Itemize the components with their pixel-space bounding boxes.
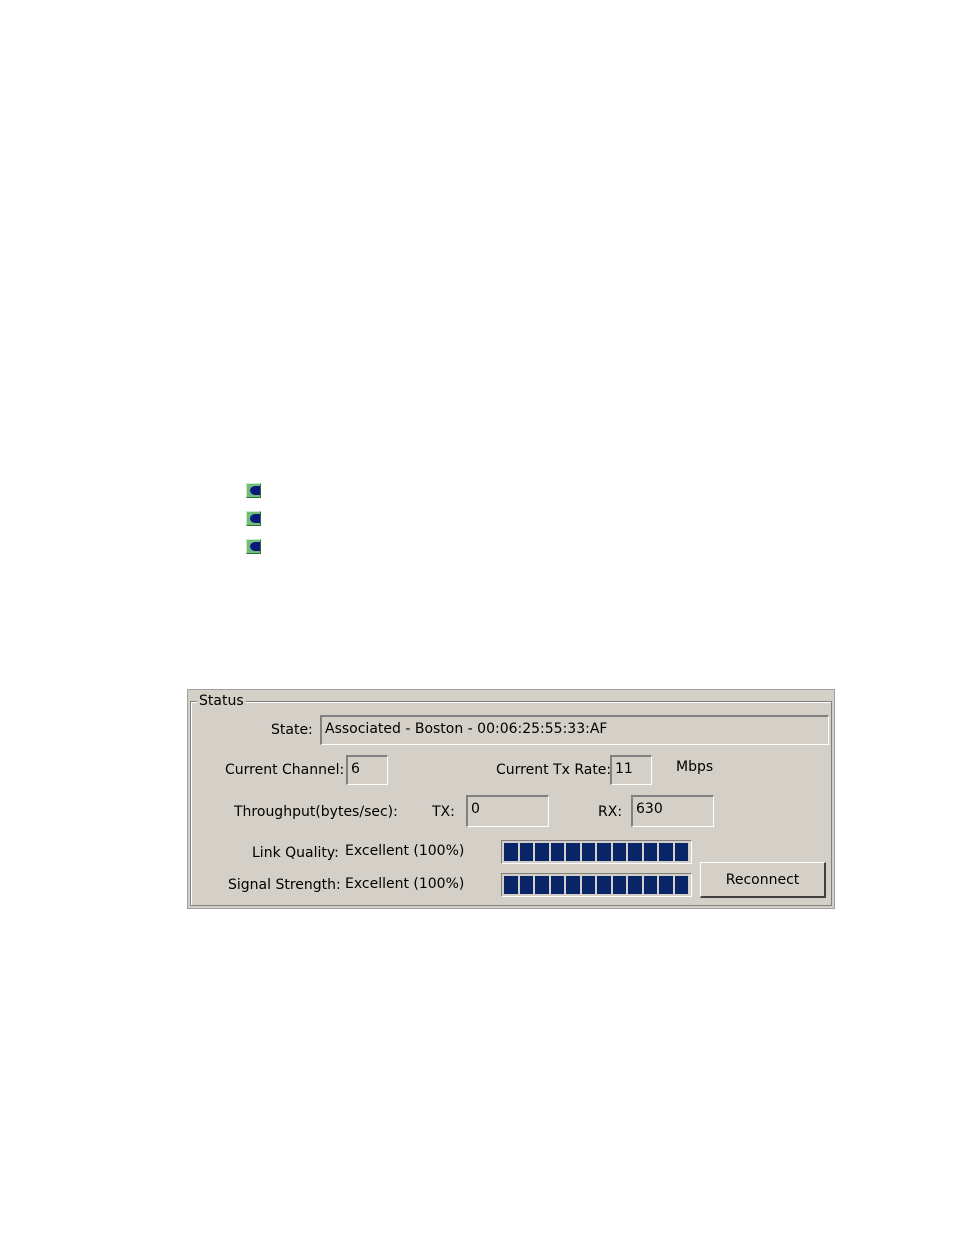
state-field: Associated - Boston - 00:06:25:55:33:AF: [320, 715, 829, 745]
level-segment: [597, 843, 611, 861]
tx-field: 0: [466, 795, 549, 827]
bullet-icon: [246, 539, 261, 554]
link-quality-label: Link Quality:: [252, 845, 339, 861]
link-quality-bar: [501, 840, 692, 864]
level-segment: [659, 876, 673, 894]
current-tx-rate-field: 11: [610, 755, 652, 785]
status-group-title: Status: [197, 692, 246, 710]
state-label: State:: [271, 722, 313, 738]
level-segment: [504, 843, 518, 861]
bullet-icon: [246, 483, 261, 498]
level-segment: [581, 876, 595, 894]
level-segment: [566, 843, 580, 861]
level-segment: [643, 876, 657, 894]
link-quality-value: Excellent (100%): [345, 843, 465, 859]
current-channel-field: 6: [346, 755, 388, 785]
level-segment: [504, 876, 518, 894]
level-segment: [550, 876, 564, 894]
level-segment: [628, 843, 642, 861]
signal-strength-label: Signal Strength:: [228, 877, 341, 893]
level-segment: [535, 843, 549, 861]
rx-field: 630: [631, 795, 714, 827]
reconnect-button[interactable]: Reconnect: [700, 862, 826, 898]
current-tx-rate-label: Current Tx Rate:: [496, 762, 612, 778]
rx-label: RX:: [598, 804, 623, 820]
current-channel-label: Current Channel:: [225, 762, 345, 778]
level-segment: [612, 843, 626, 861]
level-segment: [566, 876, 580, 894]
level-segment: [674, 843, 688, 861]
level-segment: [519, 843, 533, 861]
throughput-label: Throughput(bytes/sec):: [234, 804, 398, 820]
tx-label: TX:: [432, 804, 455, 820]
status-panel: Status State: Associated - Boston - 00:0…: [187, 689, 835, 909]
signal-strength-bar: [501, 873, 692, 897]
level-segment: [550, 843, 564, 861]
tx-rate-unit: Mbps: [676, 759, 714, 775]
level-segment: [674, 876, 688, 894]
level-segment: [519, 876, 533, 894]
level-segment: [597, 876, 611, 894]
level-segment: [643, 843, 657, 861]
level-segment: [581, 843, 595, 861]
bullet-icon: [246, 511, 261, 526]
signal-strength-value: Excellent (100%): [345, 876, 465, 892]
level-segment: [628, 876, 642, 894]
level-segment: [612, 876, 626, 894]
level-segment: [659, 843, 673, 861]
level-segment: [535, 876, 549, 894]
